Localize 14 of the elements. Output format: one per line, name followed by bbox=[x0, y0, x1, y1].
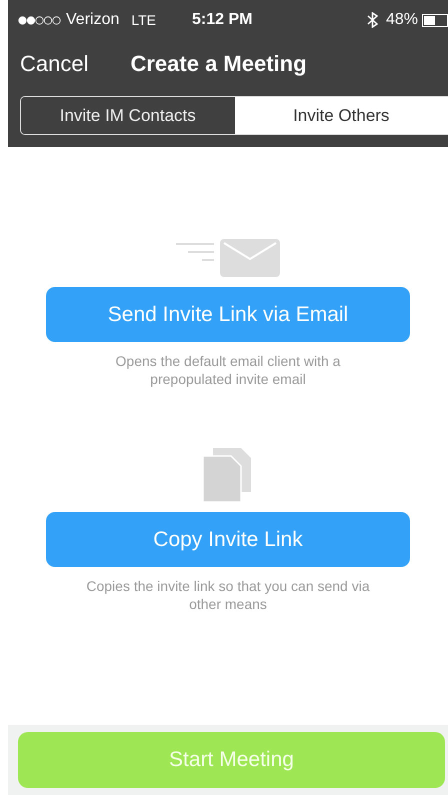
network-type: LTE bbox=[131, 12, 156, 28]
carrier-name: Verizon bbox=[66, 11, 120, 29]
caption-text: Opens the default email client with a prepopulated invite email bbox=[114, 352, 342, 388]
cancel-button[interactable]: Cancel bbox=[20, 51, 88, 77]
signal-icon bbox=[18, 16, 62, 24]
screen-title: Create a Meeting bbox=[130, 51, 307, 77]
battery-percent: 48% bbox=[386, 11, 418, 29]
segment-tab[interactable]: Invite Others bbox=[234, 97, 448, 134]
battery-icon bbox=[422, 14, 448, 26]
caption-text: Copies the invite link so that you can send via other means bbox=[85, 577, 371, 613]
documents-icon bbox=[203, 448, 253, 502]
clock-time: 5:12 PM bbox=[192, 11, 252, 29]
bluetooth-icon bbox=[366, 12, 378, 28]
email-icon bbox=[176, 239, 280, 277]
